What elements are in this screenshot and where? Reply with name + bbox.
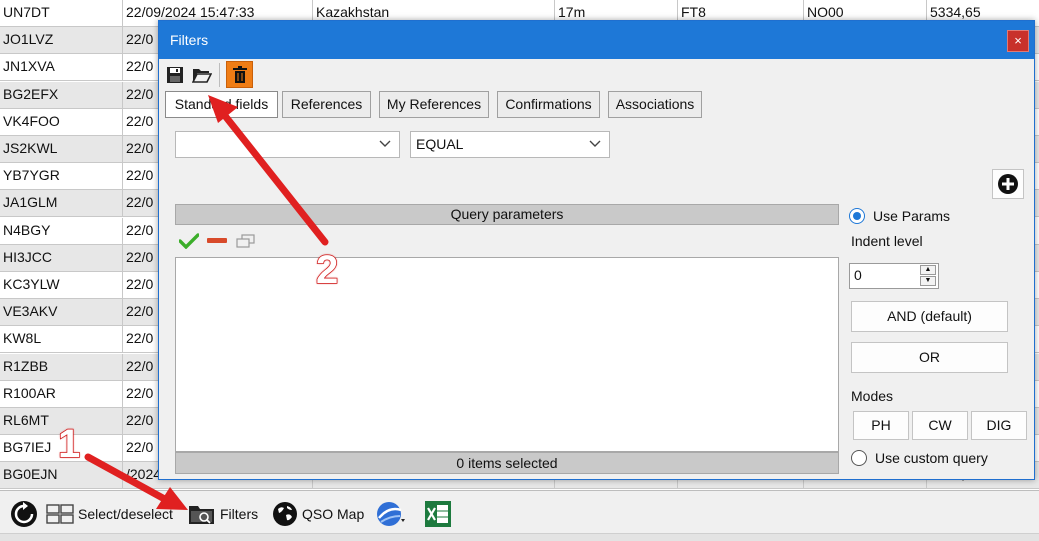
table-cell-call: YB7YGR [0, 163, 123, 191]
spin-up-button[interactable]: ▲ [920, 265, 936, 275]
indent-level-spinner[interactable]: 0 ▲ ▼ [849, 263, 939, 289]
mode-dig-label: DIG [986, 417, 1012, 433]
field-select[interactable] [175, 131, 400, 158]
folder-open-icon [192, 68, 212, 83]
folder-search-icon [189, 506, 214, 524]
table-cell-call: JS2KWL [0, 136, 123, 163]
minus-icon [207, 238, 227, 243]
and-default-button[interactable]: AND (default) [851, 301, 1008, 332]
refresh-icon [11, 501, 37, 527]
mode-cw-label: CW [928, 417, 952, 433]
qso-map-button[interactable]: QSO Map [272, 499, 364, 529]
mode-cw-button[interactable]: CW [912, 411, 968, 440]
dialog-title: Filters [170, 32, 209, 48]
excel-icon [425, 501, 451, 527]
floppy-save-icon [167, 67, 183, 83]
select-deselect-label: Select/deselect [78, 506, 173, 522]
google-earth-icon [377, 502, 405, 526]
tab-label: Associations [615, 96, 695, 112]
remove-param-button[interactable] [207, 231, 227, 251]
operator-select[interactable]: EQUAL [410, 131, 610, 158]
table-cell-call: BG2EFX [0, 81, 123, 109]
annotation-number-2: 2 [315, 247, 339, 293]
query-tools [175, 225, 839, 257]
table-cell-call: KC3YLW [0, 272, 123, 299]
table-cell-call: HI3JCC [0, 244, 123, 272]
refresh-button[interactable] [10, 499, 38, 529]
checkmark-icon [179, 233, 199, 249]
use-params-radio[interactable] [849, 208, 865, 224]
save-filter-button[interactable] [165, 65, 185, 85]
table-cell-call: N4BGY [0, 217, 123, 245]
open-filter-button[interactable] [191, 65, 213, 85]
globe-icon [273, 502, 297, 526]
select-deselect-button[interactable]: Select/deselect [46, 499, 173, 529]
caret-down-icon: ▼ [924, 277, 932, 284]
tab-my-references[interactable]: My References [379, 91, 489, 118]
query-parameters-list[interactable] [175, 257, 839, 452]
table-cell-call: VK4FOO [0, 108, 123, 136]
table-cell-call: R1ZBB [0, 353, 123, 381]
mode-dig-button[interactable]: DIG [971, 411, 1027, 440]
tab-associations[interactable]: Associations [608, 91, 702, 118]
dialog-titlebar[interactable]: Filters × [159, 21, 1034, 59]
filters-button[interactable]: Filters [188, 499, 258, 529]
use-params-label: Use Params [873, 208, 951, 224]
modes-label: Modes [851, 388, 894, 404]
tab-label: Standard fields [174, 96, 269, 112]
mode-ph-label: PH [871, 417, 891, 433]
copy-window-icon [236, 234, 255, 248]
use-custom-query-radio[interactable] [851, 450, 867, 466]
tab-label: My References [386, 96, 482, 112]
toolbar-separator [219, 63, 220, 87]
table-cell-call: JO1LVZ [0, 27, 123, 55]
filters-dialog: Filters × Standard fields References My … [158, 20, 1035, 480]
query-parameters-header: Query parameters [175, 204, 839, 225]
indent-level-label: Indent level [851, 233, 923, 249]
close-icon: × [1014, 33, 1022, 48]
table-cell-call: KW8L [0, 326, 123, 354]
indent-level-value: 0 [854, 267, 862, 283]
use-custom-query-label: Use custom query [875, 450, 988, 466]
table-cell-call: VE3AKV [0, 299, 123, 327]
qso-map-label: QSO Map [302, 506, 365, 522]
spin-down-button[interactable]: ▼ [920, 276, 936, 286]
table-cell-call: R100AR [0, 380, 123, 408]
chevron-down-icon [379, 140, 391, 147]
and-default-label: AND (default) [887, 308, 972, 324]
mode-ph-button[interactable]: PH [853, 411, 909, 440]
tab-references[interactable]: References [282, 91, 371, 118]
query-parameters-title: Query parameters [450, 206, 564, 222]
filters-label: Filters [220, 506, 259, 522]
add-param-button[interactable] [992, 169, 1024, 199]
caret-up-icon: ▲ [924, 266, 932, 273]
selection-status-text: 0 items selected [456, 455, 558, 471]
grid-select-icon [46, 504, 74, 524]
toolbar-bottom-strip [0, 533, 1039, 541]
operator-select-value: EQUAL [416, 136, 464, 152]
annotation-number-1: 1 [57, 421, 81, 467]
confirm-param-button[interactable] [179, 231, 199, 251]
excel-export-button[interactable] [423, 499, 453, 529]
table-cell-call: JA1GLM [0, 190, 123, 218]
or-button[interactable]: OR [851, 342, 1008, 373]
google-earth-button[interactable] [376, 499, 406, 529]
table-cell-call: UN7DT [0, 0, 123, 27]
delete-filter-button[interactable] [226, 61, 253, 88]
trash-icon [232, 66, 247, 83]
close-button[interactable]: × [1007, 30, 1029, 52]
chevron-down-icon [589, 140, 601, 147]
table-cell-call: JN1XVA [0, 54, 123, 82]
plus-circle-icon [998, 174, 1018, 194]
tab-label: Confirmations [505, 96, 592, 112]
tab-confirmations[interactable]: Confirmations [497, 91, 600, 118]
bottom-toolbar: Select/deselect Filters QSO Map [0, 490, 1039, 541]
duplicate-param-button[interactable] [235, 231, 257, 251]
or-label: OR [919, 349, 940, 365]
tab-standard-fields[interactable]: Standard fields [165, 91, 278, 118]
tab-label: References [290, 96, 363, 112]
selection-status: 0 items selected [175, 452, 839, 474]
